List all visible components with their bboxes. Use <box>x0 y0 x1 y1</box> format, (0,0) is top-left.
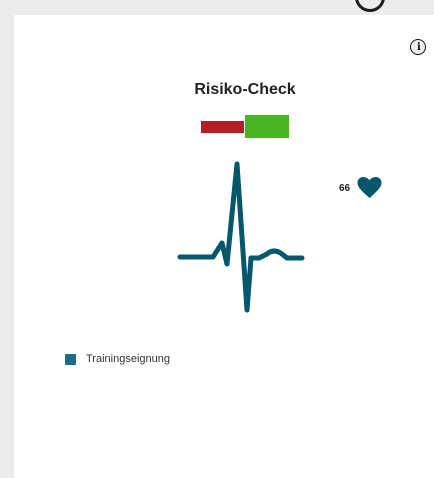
ecg-waveform-icon <box>177 161 305 313</box>
partial-top-edge-icon <box>355 0 390 12</box>
legend: Trainingseignung <box>65 351 170 367</box>
heart-rate: 66 <box>338 175 383 201</box>
risk-check-card: Risiko-Check i 66 Trainingseignung <box>14 15 434 478</box>
page-title: Risiko-Check <box>194 80 296 98</box>
legend-label-trainingseignung: Trainingseignung <box>86 353 170 365</box>
ecg-waveform-line <box>177 161 305 313</box>
legend-swatch-trainingseignung <box>65 353 76 365</box>
risk-indicator-green-segment <box>245 115 289 138</box>
risk-check-screen: Risiko-Check i 66 Trainingseignung <box>0 0 434 478</box>
heart-icon <box>357 177 382 198</box>
info-button[interactable]: i <box>410 39 426 55</box>
risk-indicator <box>201 115 289 138</box>
heart-icon-shape <box>357 177 382 198</box>
info-icon: i <box>417 42 421 53</box>
risk-indicator-red-segment <box>201 121 244 133</box>
heart-rate-value: 66 <box>339 183 351 194</box>
